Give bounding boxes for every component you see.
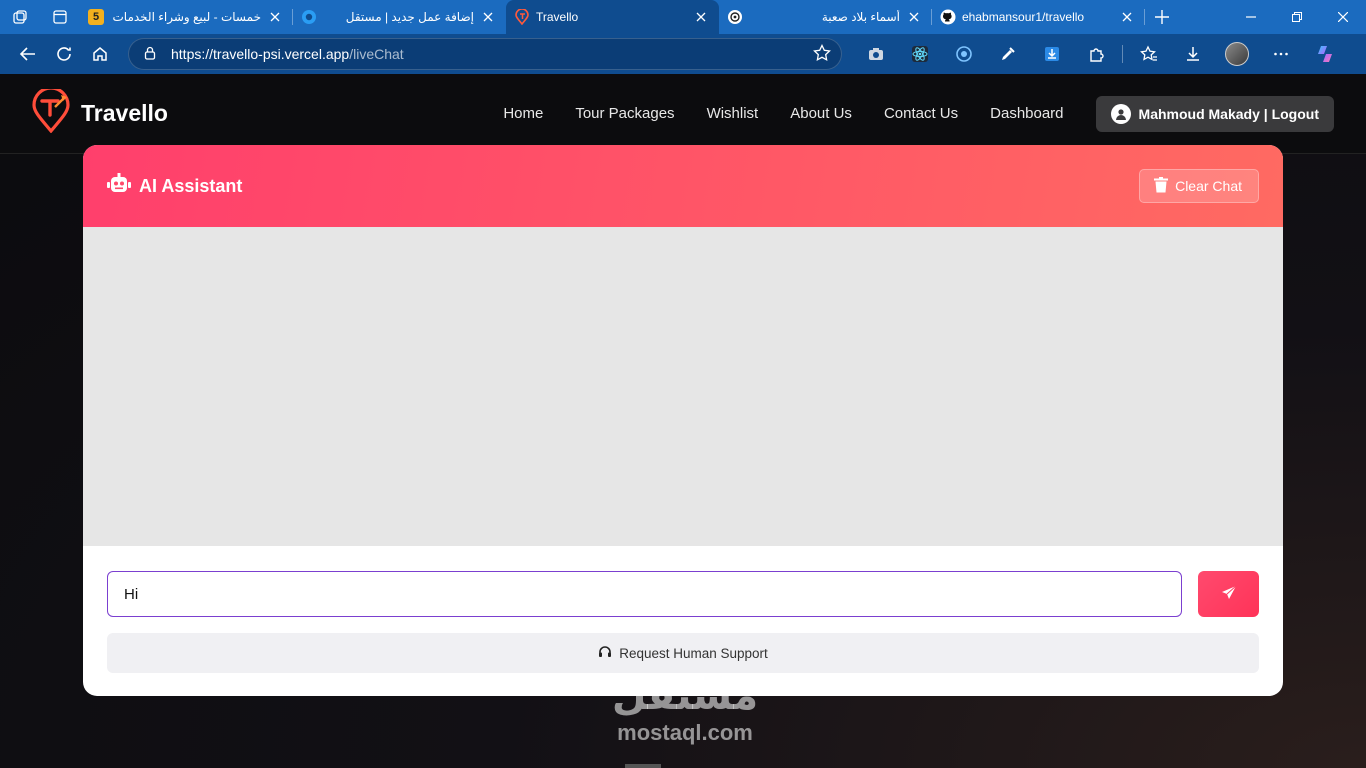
restore-icon[interactable] (1274, 0, 1320, 34)
new-tab-icon[interactable] (1145, 0, 1179, 34)
copilot-icon[interactable] (1303, 38, 1347, 70)
khamsat-icon: 5 (88, 9, 104, 25)
workspaces-icon[interactable] (0, 0, 40, 34)
chat-footer: Request Human Support (83, 546, 1283, 673)
close-tab-icon[interactable] (267, 9, 283, 25)
tab-title: Travello (536, 10, 579, 24)
minimize-icon[interactable] (1228, 0, 1274, 34)
close-tab-icon[interactable] (906, 9, 922, 25)
extensions-puzzle-icon[interactable] (1074, 38, 1118, 70)
watermark-arabic: مستقل (611, 673, 759, 719)
browser-toolbar: https://travello-psi.vercel.app/liveChat (0, 34, 1366, 74)
tab-title: أسماء بلاد صعبة (821, 10, 900, 24)
camera-extension-icon[interactable] (854, 38, 898, 70)
nav-home[interactable]: Home (503, 105, 543, 122)
scrollbar-thumb[interactable] (625, 764, 661, 768)
more-menu-icon[interactable] (1259, 38, 1303, 70)
clear-chat-button[interactable]: Clear Chat (1139, 169, 1259, 203)
nav-tour-packages[interactable]: Tour Packages (575, 105, 674, 122)
react-devtools-icon[interactable] (898, 38, 942, 70)
refresh-icon[interactable] (46, 38, 82, 70)
favorites-icon[interactable] (1127, 38, 1171, 70)
nav-dashboard[interactable]: Dashboard (990, 105, 1063, 122)
brand[interactable]: Travello (31, 86, 168, 138)
tab-title: ehabmansour1/travello (962, 10, 1085, 24)
message-area[interactable] (83, 227, 1283, 546)
message-input[interactable] (107, 571, 1182, 617)
downloads-icon[interactable] (1171, 38, 1215, 70)
close-window-icon[interactable] (1320, 0, 1366, 34)
trash-icon (1154, 176, 1169, 196)
nav-wishlist[interactable]: Wishlist (707, 105, 759, 122)
site-navbar: Travello Home Tour Packages Wishlist Abo… (0, 74, 1366, 154)
clear-chat-label: Clear Chat (1175, 178, 1242, 194)
logout-button[interactable]: Mahmoud Makady | Logout (1095, 95, 1334, 132)
page-content: Travello Home Tour Packages Wishlist Abo… (0, 74, 1366, 768)
nav-contact-us[interactable]: Contact Us (884, 105, 958, 122)
request-human-support-button[interactable]: Request Human Support (107, 633, 1259, 673)
brand-name: Travello (81, 100, 168, 126)
close-tab-icon[interactable] (693, 9, 709, 25)
mostaql-icon (301, 9, 317, 25)
chat-header: AI Assistant Clear Chat (83, 145, 1283, 227)
browser-tab-chatgpt[interactable]: أسماء بلاد صعبة (719, 0, 932, 34)
browser-tab-khamsat[interactable]: 5 خمسات - لبيع وشراء الخدمات (80, 0, 293, 34)
close-tab-icon[interactable] (480, 9, 496, 25)
support-label: Request Human Support (619, 645, 768, 661)
back-icon[interactable] (10, 38, 46, 70)
avatar[interactable] (1225, 42, 1249, 66)
eyedropper-icon[interactable] (986, 38, 1030, 70)
nav-links: Home Tour Packages Wishlist About Us Con… (487, 105, 1079, 122)
tab-title: إضافة عمل جديد | مستقل (345, 10, 474, 24)
browser-tab-strip: 5 خمسات - لبيع وشراء الخدمات إضافة عمل ج… (0, 0, 1366, 34)
browser-tab-travello[interactable]: Travello (506, 0, 719, 34)
tab-actions-icon[interactable] (40, 0, 80, 34)
browser-tab-mostaql[interactable]: إضافة عمل جديد | مستقل (293, 0, 506, 34)
chat-panel: AI Assistant Clear Chat Hi Request Human… (83, 145, 1283, 696)
mostaql-watermark: مستقل mostaql.com (600, 674, 770, 746)
robot-icon (107, 172, 131, 200)
favorite-star-icon[interactable] (813, 43, 831, 65)
target-extension-icon[interactable] (942, 38, 986, 70)
user-circle-icon (1110, 103, 1131, 124)
nav-about-us[interactable]: About Us (790, 105, 852, 122)
send-button[interactable] (1198, 571, 1259, 617)
close-tab-icon[interactable] (1119, 9, 1135, 25)
tab-title: خمسات - لبيع وشراء الخدمات (112, 10, 262, 24)
profile-avatar[interactable] (1215, 38, 1259, 70)
lock-icon[interactable] (143, 46, 157, 63)
address-bar[interactable]: https://travello-psi.vercel.app/liveChat (128, 38, 842, 70)
chatgpt-icon (727, 9, 743, 25)
browser-tab-github[interactable]: ehabmansour1/travello (932, 0, 1145, 34)
travello-logo-icon (31, 86, 71, 138)
chat-title: AI Assistant (139, 175, 243, 196)
github-icon (940, 9, 956, 25)
download-extension-icon[interactable] (1030, 38, 1074, 70)
home-icon[interactable] (82, 38, 118, 70)
logout-label: Mahmoud Makady | Logout (1138, 105, 1319, 122)
travello-icon (514, 9, 530, 25)
watermark-latin: mostaql.com (617, 720, 753, 745)
url-text: https://travello-psi.vercel.app/liveChat (171, 46, 404, 62)
paper-plane-icon (1221, 585, 1237, 604)
headset-icon (598, 645, 612, 662)
